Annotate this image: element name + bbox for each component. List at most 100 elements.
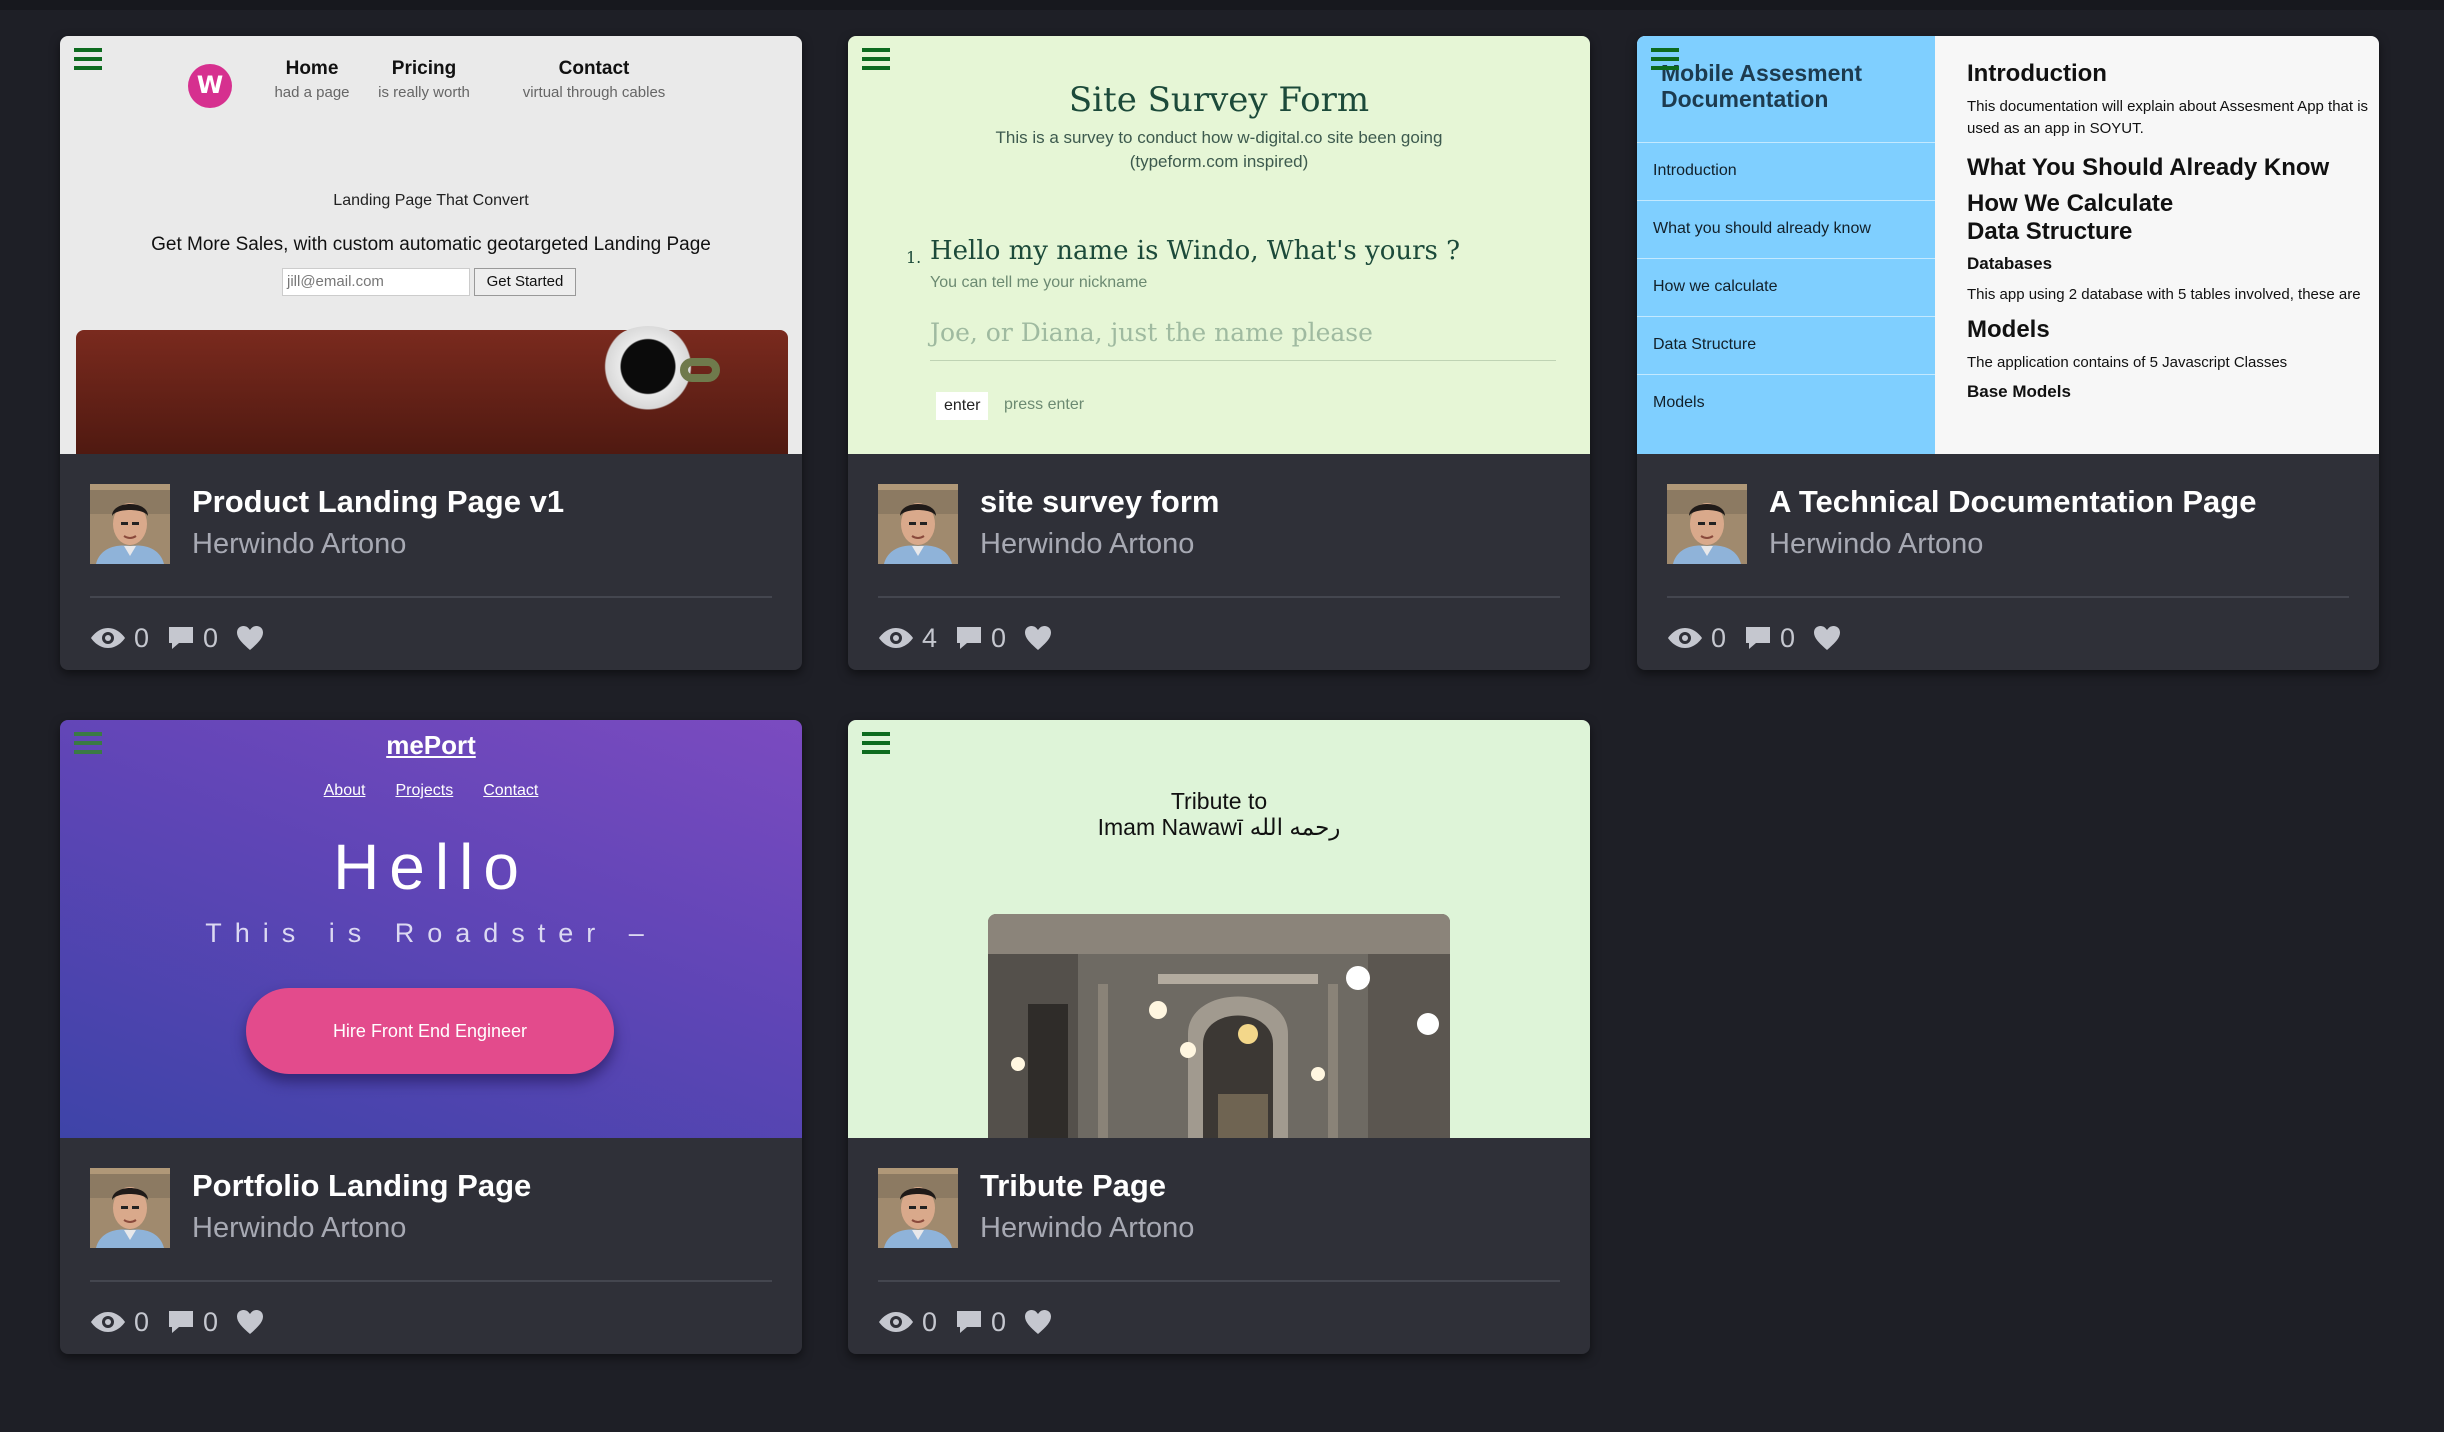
card-title[interactable]: Portfolio Landing Page bbox=[192, 1168, 531, 1204]
preview-product-landing[interactable]: W Home had a page Pricing is really wort… bbox=[60, 36, 802, 454]
name-answer-input[interactable]: Joe, or Diana, just the name please bbox=[930, 318, 1556, 361]
eye-icon bbox=[1667, 626, 1703, 650]
views-count: 0 bbox=[134, 1306, 150, 1337]
preview-survey-form[interactable]: Site Survey Form This is a survey to con… bbox=[848, 36, 1590, 454]
question-hint: You can tell me your nickname bbox=[930, 274, 1148, 291]
nav-link-about[interactable]: About bbox=[324, 782, 366, 800]
eye-icon bbox=[878, 1310, 914, 1334]
doc-heading-databases: Databases bbox=[1967, 254, 2053, 273]
card-stats: 0 0 bbox=[878, 1304, 1078, 1340]
avatar[interactable] bbox=[878, 484, 958, 564]
card-info: A Technical Documentation Page Herwindo … bbox=[1637, 454, 2379, 670]
nav-label: Pricing bbox=[391, 58, 457, 79]
tagline: Landing Page That Convert bbox=[333, 192, 529, 209]
avatar[interactable] bbox=[878, 1168, 958, 1248]
preview-portfolio[interactable]: mePort About Projects Contact Hello This… bbox=[60, 720, 802, 1138]
nav-contact[interactable]: Contact virtual through cables bbox=[496, 58, 692, 101]
heart-icon bbox=[236, 625, 264, 651]
card-info: Product Landing Page v1 Herwindo Artono … bbox=[60, 454, 802, 670]
comments-stat[interactable]: 0 bbox=[1744, 623, 1795, 654]
enter-button[interactable]: enter bbox=[936, 392, 989, 420]
card-stats: 0 0 bbox=[90, 620, 290, 656]
like-button[interactable] bbox=[1024, 1309, 1060, 1335]
like-button[interactable] bbox=[236, 625, 272, 651]
project-card-technical-doc[interactable]: Mobile Assesment Documentation Introduct… bbox=[1637, 36, 2379, 670]
card-title[interactable]: site survey form bbox=[980, 484, 1220, 520]
divider bbox=[878, 596, 1560, 598]
email-input[interactable]: jill@email.com bbox=[282, 268, 470, 296]
like-button[interactable] bbox=[236, 1309, 272, 1335]
hamburger-menu-icon[interactable] bbox=[1651, 48, 1679, 72]
comments-count: 0 bbox=[991, 1306, 1007, 1337]
heart-icon bbox=[1024, 625, 1052, 651]
avatar[interactable] bbox=[90, 1168, 170, 1248]
divider bbox=[1667, 596, 2349, 598]
hamburger-menu-icon[interactable] bbox=[74, 48, 102, 72]
card-title[interactable]: A Technical Documentation Page bbox=[1769, 484, 2256, 520]
nav-link-contact[interactable]: Contact bbox=[483, 782, 538, 800]
doc-heading-know: What You Should Already Know bbox=[1967, 154, 2330, 181]
preview-technical-doc[interactable]: Mobile Assesment Documentation Introduct… bbox=[1637, 36, 2379, 454]
views-stat: 0 bbox=[90, 1307, 149, 1338]
card-title[interactable]: Product Landing Page v1 bbox=[192, 484, 564, 520]
headline: Get More Sales, with custom automatic ge… bbox=[151, 234, 711, 255]
views-count: 0 bbox=[922, 1306, 938, 1337]
comments-count: 0 bbox=[1780, 622, 1796, 653]
card-info: Tribute Page Herwindo Artono 0 0 bbox=[848, 1138, 1590, 1354]
nav-pricing[interactable]: Pricing is really worth bbox=[364, 58, 484, 101]
portfolio-nav: About Projects Contact bbox=[60, 782, 802, 800]
card-author[interactable]: Herwindo Artono bbox=[1769, 528, 1983, 561]
card-author[interactable]: Herwindo Artono bbox=[192, 1212, 406, 1245]
comments-count: 0 bbox=[991, 622, 1007, 653]
divider bbox=[878, 1280, 1560, 1282]
doc-models-text: The application contains of 5 Javascript… bbox=[1967, 354, 2288, 371]
project-card-survey-form[interactable]: Site Survey Form This is a survey to con… bbox=[848, 36, 1590, 670]
divider bbox=[90, 596, 772, 598]
card-author[interactable]: Herwindo Artono bbox=[980, 528, 1194, 561]
card-title[interactable]: Tribute Page bbox=[980, 1168, 1166, 1204]
comments-stat[interactable]: 0 bbox=[955, 623, 1006, 654]
comment-icon bbox=[955, 625, 983, 651]
nav-home[interactable]: Home had a page bbox=[262, 58, 362, 101]
comments-stat[interactable]: 0 bbox=[955, 1307, 1006, 1338]
card-stats: 0 0 bbox=[90, 1304, 290, 1340]
like-button[interactable] bbox=[1024, 625, 1060, 651]
survey-heading: Site Survey Form bbox=[1068, 80, 1370, 120]
project-card-portfolio[interactable]: mePort About Projects Contact Hello This… bbox=[60, 720, 802, 1354]
card-stats: 0 0 bbox=[1667, 620, 1867, 656]
project-card-tribute[interactable]: Tribute to Imam Nawawī رحمه الله Tribute… bbox=[848, 720, 1590, 1354]
doc-nav-how-we-calculate[interactable]: How we calculate bbox=[1637, 258, 1935, 316]
eye-icon bbox=[878, 626, 914, 650]
nav-link-projects[interactable]: Projects bbox=[395, 782, 453, 800]
views-stat: 0 bbox=[90, 623, 149, 654]
doc-nav-what-you-should-know[interactable]: What you should already know bbox=[1637, 200, 1935, 258]
avatar[interactable] bbox=[1667, 484, 1747, 564]
project-card-product-landing[interactable]: W Home had a page Pricing is really wort… bbox=[60, 36, 802, 670]
eye-icon bbox=[90, 1310, 126, 1334]
comments-stat[interactable]: 0 bbox=[167, 1307, 218, 1338]
card-author[interactable]: Herwindo Artono bbox=[980, 1212, 1194, 1245]
comment-icon bbox=[167, 1309, 195, 1335]
views-count: 0 bbox=[134, 622, 150, 653]
portfolio-brand[interactable]: mePort bbox=[60, 730, 802, 761]
tribute-title-line1: Tribute to bbox=[1170, 788, 1268, 814]
views-stat: 4 bbox=[878, 623, 937, 654]
card-author[interactable]: Herwindo Artono bbox=[192, 528, 406, 561]
doc-nav-introduction[interactable]: Introduction bbox=[1637, 142, 1935, 200]
hamburger-menu-icon[interactable] bbox=[862, 48, 890, 72]
heart-icon bbox=[236, 1309, 264, 1335]
views-stat: 0 bbox=[1667, 623, 1726, 654]
doc-content: Introduction This documentation will exp… bbox=[1967, 60, 2379, 412]
doc-nav-data-structure[interactable]: Data Structure bbox=[1637, 316, 1935, 374]
press-enter-hint: press enter bbox=[1004, 396, 1085, 413]
hire-button[interactable]: Hire Front End Engineer bbox=[246, 988, 614, 1074]
hamburger-menu-icon[interactable] bbox=[862, 732, 890, 756]
get-started-button[interactable]: Get Started bbox=[474, 268, 576, 296]
like-button[interactable] bbox=[1813, 625, 1849, 651]
avatar[interactable] bbox=[90, 484, 170, 564]
comments-count: 0 bbox=[203, 622, 219, 653]
doc-nav-models[interactable]: Models bbox=[1637, 374, 1935, 432]
doc-heading-models: Models bbox=[1967, 316, 2050, 343]
preview-tribute[interactable]: Tribute to Imam Nawawī رحمه الله bbox=[848, 720, 1590, 1138]
comments-stat[interactable]: 0 bbox=[167, 623, 218, 654]
